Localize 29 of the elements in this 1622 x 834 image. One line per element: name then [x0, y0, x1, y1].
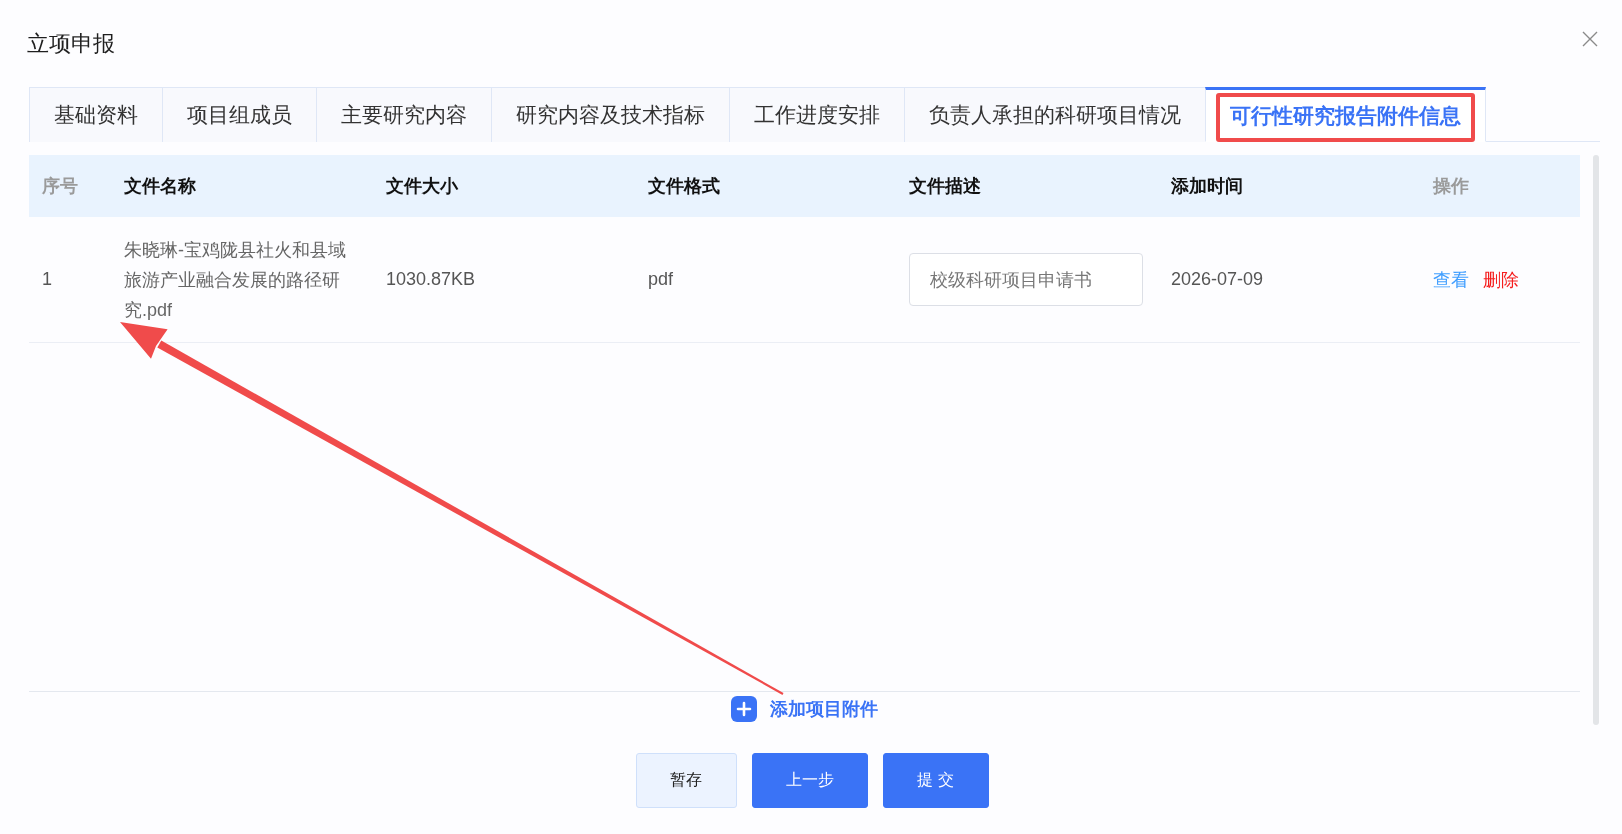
- tab[interactable]: 可行性研究报告附件信息: [1205, 87, 1486, 142]
- scrollbar[interactable]: [1593, 155, 1599, 725]
- plus-icon: [731, 696, 757, 722]
- description-field[interactable]: 校级科研项目申请书: [909, 253, 1143, 306]
- table-cell: 1: [42, 269, 52, 290]
- tab[interactable]: 研究内容及技术指标: [491, 87, 729, 142]
- column-header: 序号: [41, 175, 79, 198]
- column-header: 操作: [1432, 175, 1470, 198]
- close-icon[interactable]: [1582, 31, 1598, 47]
- primary-button[interactable]: 上一步: [751, 753, 868, 808]
- table-cell: 2026-07-09: [1171, 269, 1264, 290]
- tab[interactable]: 负责人承担的科研项目情况: [904, 87, 1205, 142]
- table-cell: 1030.87KB: [386, 269, 476, 290]
- column-header: 文件格式: [647, 175, 721, 198]
- table-cell: pdf: [648, 269, 674, 290]
- dialog-title: 立项申报: [27, 32, 115, 55]
- table-cell-text: 朱晓琳-宝鸡陇县社火和县域旅游产业融合发展的路径研究.pdf: [124, 238, 347, 322]
- delete-link[interactable]: 删除: [1483, 267, 1519, 292]
- column-header: 文件描述: [908, 175, 982, 198]
- tab[interactable]: 工作进度安排: [729, 87, 904, 142]
- primary-button[interactable]: 提 交: [882, 753, 989, 808]
- add-attachment-button[interactable]: 添加项目附件: [731, 696, 878, 722]
- column-header: 文件名称: [123, 175, 197, 198]
- tab[interactable]: 主要研究内容: [316, 87, 491, 142]
- column-header: 文件大小: [385, 175, 459, 198]
- secondary-button[interactable]: 暂存: [635, 753, 737, 808]
- tab[interactable]: 基础资料: [29, 87, 162, 142]
- tab[interactable]: 项目组成员: [162, 87, 316, 142]
- column-header: 添加时间: [1170, 175, 1244, 198]
